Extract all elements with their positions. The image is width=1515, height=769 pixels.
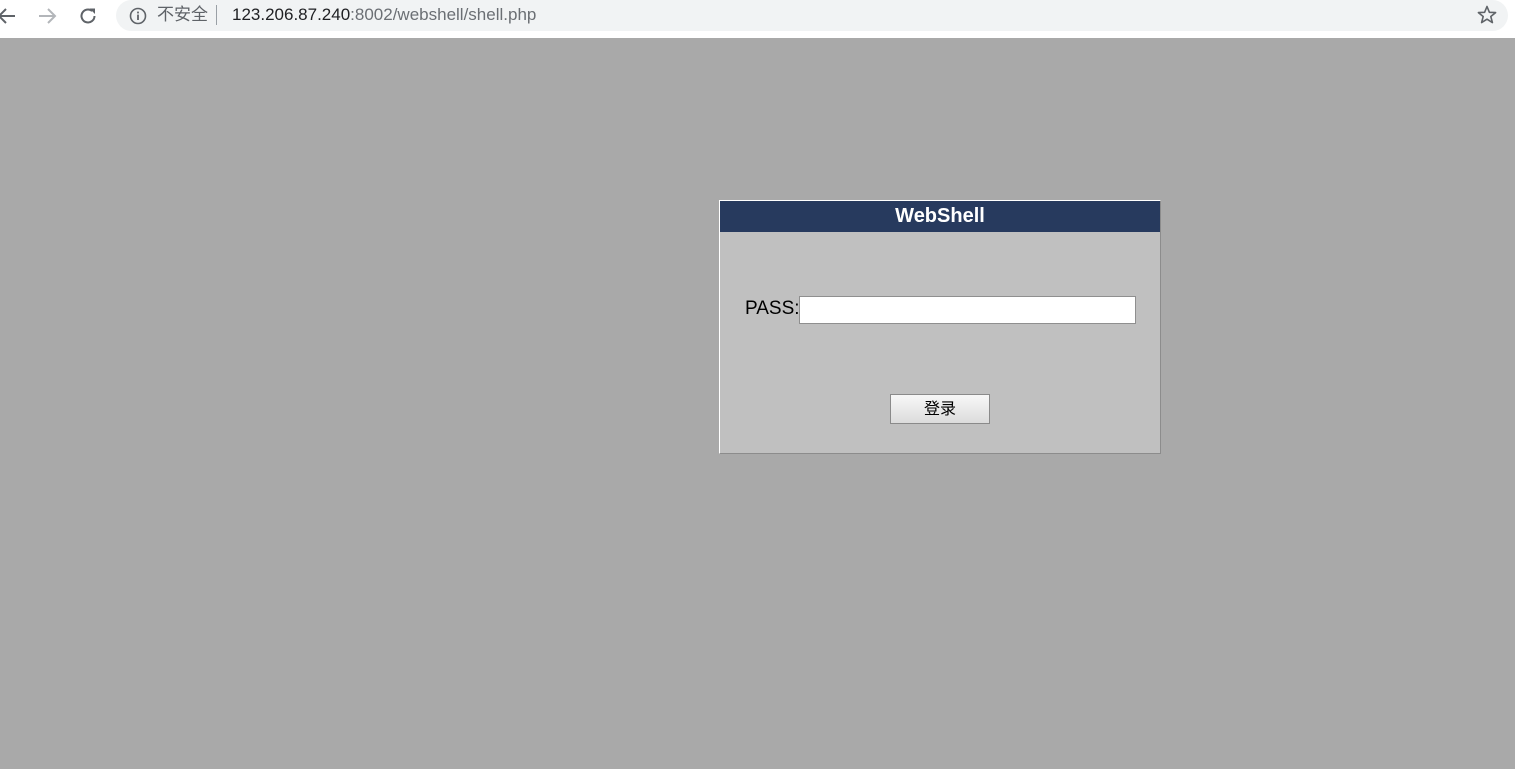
- panel-title: WebShell: [720, 201, 1160, 232]
- back-button[interactable]: [0, 3, 20, 29]
- forward-button[interactable]: [34, 3, 60, 29]
- arrow-right-icon: [39, 8, 57, 24]
- browser-toolbar: 不安全 123.206.87.240:8002/webshell/shell.p…: [0, 0, 1515, 38]
- address-separator: [216, 5, 217, 25]
- address-bar[interactable]: 不安全 123.206.87.240:8002/webshell/shell.p…: [116, 0, 1508, 31]
- login-panel: WebShell PASS: 登录: [719, 200, 1161, 454]
- security-status[interactable]: 不安全: [157, 5, 208, 25]
- info-icon[interactable]: [128, 6, 148, 26]
- url-text[interactable]: 123.206.87.240:8002/webshell/shell.php: [232, 5, 536, 25]
- arrow-left-icon: [0, 8, 15, 24]
- pass-label: PASS:: [745, 298, 800, 319]
- url-host: 123.206.87.240: [232, 5, 351, 24]
- login-button[interactable]: 登录: [890, 394, 990, 424]
- reload-icon: [80, 8, 96, 24]
- reload-button[interactable]: [75, 3, 101, 29]
- star-icon[interactable]: [1476, 4, 1498, 26]
- password-input[interactable]: [799, 296, 1136, 324]
- url-path: :8002/webshell/shell.php: [350, 5, 537, 24]
